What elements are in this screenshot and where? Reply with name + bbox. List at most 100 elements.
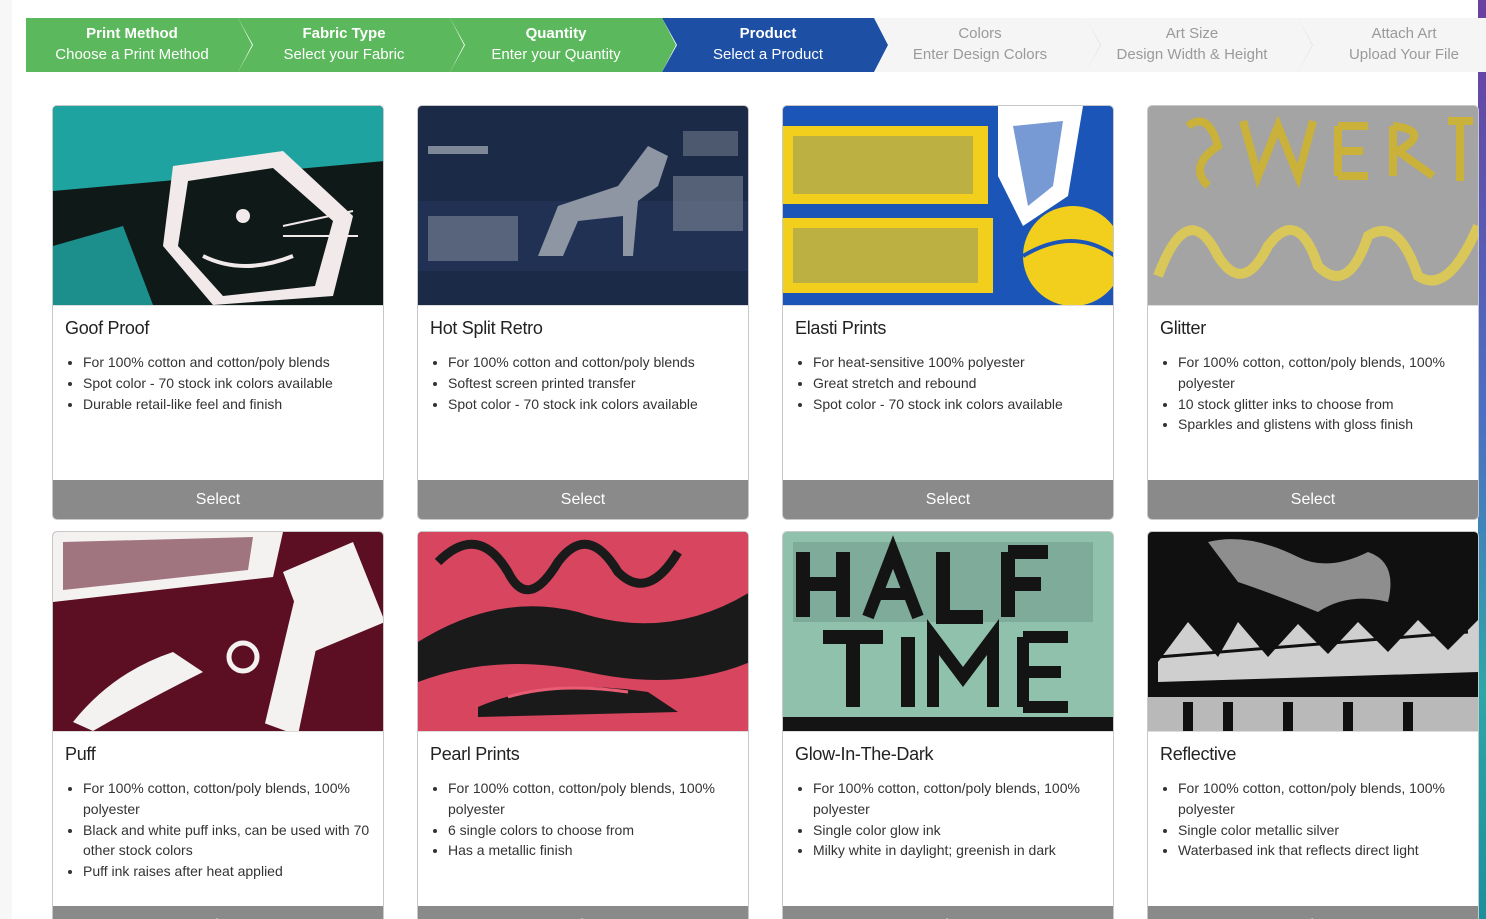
feature-item: Single color metallic silver [1178,820,1478,841]
basketball-icon [783,106,1113,305]
product-title: Goof Proof [65,318,150,338]
step-fabric-type[interactable]: Fabric Type Select your Fabric [238,18,465,72]
product-title: Elasti Prints [795,318,887,338]
horse-icon [418,106,748,305]
step-art-size[interactable]: Art Size Design Width & Height [1086,18,1313,72]
step-attach-art[interactable]: Attach Art Upload Your File [1298,18,1486,72]
panther-icon [53,106,383,305]
step-subtitle: Select your Fabric [283,46,405,63]
product-image [53,532,383,732]
feature-list: For 100% cotton, cotton/poly blends, 100… [795,778,1113,861]
select-button[interactable]: Select [418,906,748,919]
select-button[interactable]: Select [1148,480,1478,519]
product-card-puff: Puff For 100% cotton, cotton/poly blends… [52,531,384,919]
feature-list: For 100% cotton, cotton/poly blends, 100… [430,778,748,861]
product-image [418,106,748,306]
select-button[interactable]: Select [1148,906,1478,919]
select-button[interactable]: Select [53,480,383,519]
product-card-elasti-prints: Elasti Prints For heat-sensitive 100% po… [782,105,1114,520]
step-title: Quantity [525,25,587,42]
select-button[interactable]: Select [53,906,383,919]
step-title: Attach Art [1371,25,1437,42]
feature-item: Milky white in daylight; greenish in dar… [813,840,1113,861]
step-subtitle: Choose a Print Method [55,46,209,63]
product-title: Glitter [1160,318,1206,338]
feature-item: For heat-sensitive 100% polyester [813,352,1113,373]
feature-item: Spot color - 70 stock ink colors availab… [448,394,748,415]
feature-list: For 100% cotton, cotton/poly blends, 100… [65,778,383,882]
product-title: Hot Split Retro [430,318,543,338]
product-title: Pearl Prints [430,744,520,764]
step-title: Print Method [86,25,178,42]
product-image [783,532,1113,732]
select-button[interactable]: Select [418,480,748,519]
product-image [783,106,1113,306]
feature-item: Great stretch and rebound [813,373,1113,394]
order-progress-steps: Print Method Choose a Print Method Fabri… [26,18,1486,72]
feature-item: Puff ink raises after heat applied [83,861,383,882]
product-selection-page: Print Method Choose a Print Method Fabri… [0,0,1486,919]
feature-list: For 100% cotton and cotton/poly blends S… [430,352,748,414]
step-arrow-icon [1298,18,1312,72]
step-subtitle: Select a Product [712,46,824,63]
step-arrow-icon [1086,18,1100,72]
product-card-pearl-prints: Pearl Prints For 100% cotton, cotton/pol… [417,531,749,919]
product-image [1148,106,1478,306]
product-card-hot-split-retro: Hot Split Retro For 100% cotton and cott… [417,105,749,520]
window-edge-decoration [1478,0,1486,919]
step-subtitle: Enter Design Colors [912,46,1048,63]
feature-item: For 100% cotton, cotton/poly blends, 100… [448,778,748,820]
select-button[interactable]: Select [783,906,1113,919]
product-title: Puff [65,744,96,764]
map-icon [1148,532,1478,731]
feature-item: For 100% cotton and cotton/poly blends [83,352,383,373]
feature-item: For 100% cotton, cotton/poly blends, 100… [813,778,1113,820]
feature-item: Durable retail-like feel and finish [83,394,383,415]
step-colors[interactable]: Colors Enter Design Colors [874,18,1101,72]
feature-item: Waterbased ink that reflects direct ligh… [1178,840,1478,861]
feature-item: For 100% cotton and cotton/poly blends [448,352,748,373]
feature-item: For 100% cotton, cotton/poly blends, 100… [1178,778,1478,820]
car-icon [418,532,748,731]
feature-list: For 100% cotton, cotton/poly blends, 100… [1160,352,1478,435]
step-arrow-icon [874,18,888,72]
product-card-goof-proof: Goof Proof For 100% cotton and cotton/po… [52,105,384,520]
product-card-glitter: Glitter For 100% cotton, cotton/poly ble… [1147,105,1479,520]
step-title: Art Size [1165,25,1219,42]
step-product[interactable]: Product Select a Product [662,18,889,72]
product-image [1148,532,1478,732]
product-image [418,532,748,732]
gavel-icon [53,532,383,731]
feature-item: Spot color - 70 stock ink colors availab… [813,394,1113,415]
step-print-method[interactable]: Print Method Choose a Print Method [26,18,253,72]
product-title: Reflective [1160,744,1237,764]
text-icon [783,532,1113,731]
step-title: Colors [958,25,1002,42]
step-arrow-icon [662,18,676,72]
feature-item: Softest screen printed transfer [448,373,748,394]
feature-item: 10 stock glitter inks to choose from [1178,394,1478,415]
feature-item: Spot color - 70 stock ink colors availab… [83,373,383,394]
feature-item: Sparkles and glistens with gloss finish [1178,414,1478,435]
step-arrow-icon [450,18,464,72]
feature-item: Black and white puff inks, can be used w… [83,820,383,862]
feature-item: For 100% cotton, cotton/poly blends, 100… [83,778,383,820]
step-arrow-icon [238,18,252,72]
product-card-reflective: Reflective For 100% cotton, cotton/poly … [1147,531,1479,919]
select-button[interactable]: Select [783,480,1113,519]
product-card-glow-in-the-dark: Glow-In-The-Dark For 100% cotton, cotton… [782,531,1114,919]
step-title: Product [739,25,797,42]
feature-list: For 100% cotton and cotton/poly blends S… [65,352,383,414]
step-subtitle: Enter your Quantity [491,46,621,63]
script-icon [1148,106,1478,305]
step-title: Fabric Type [302,25,386,42]
feature-item: 6 single colors to choose from [448,820,748,841]
step-subtitle: Design Width & Height [1116,46,1268,63]
product-title: Glow-In-The-Dark [795,744,934,764]
feature-list: For 100% cotton, cotton/poly blends, 100… [1160,778,1478,861]
step-subtitle: Upload Your File [1348,46,1460,63]
step-quantity[interactable]: Quantity Enter your Quantity [450,18,677,72]
feature-item: For 100% cotton, cotton/poly blends, 100… [1178,352,1478,394]
feature-item: Has a metallic finish [448,840,748,861]
product-image [53,106,383,306]
